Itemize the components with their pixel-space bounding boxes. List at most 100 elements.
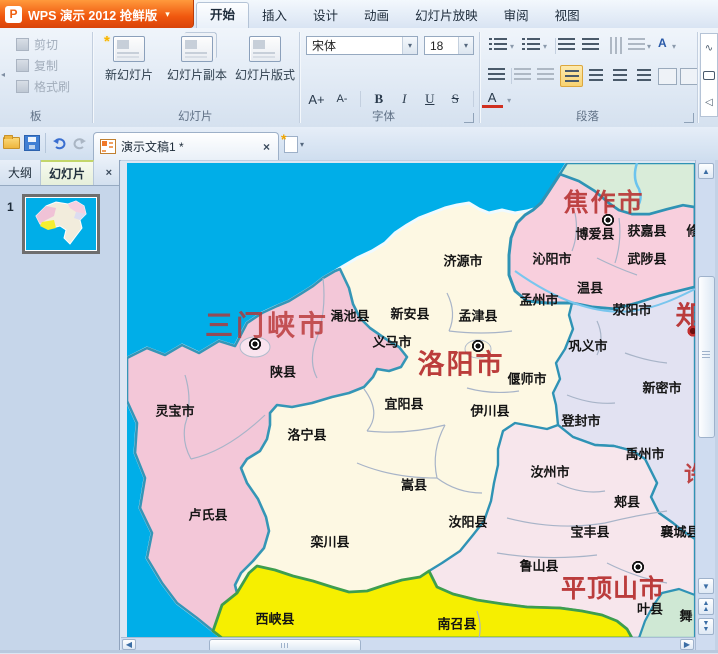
- shrink-font-button[interactable]: A-: [331, 92, 352, 106]
- align-right-button[interactable]: [609, 65, 630, 85]
- font-family-combo[interactable]: 宋体 ▾: [306, 36, 418, 55]
- shapes-gallery-strip[interactable]: ∿ ◁: [700, 33, 718, 117]
- slide-thumbnail[interactable]: [22, 194, 100, 254]
- map-city-label: 许昌市: [684, 457, 695, 489]
- map-city-label: 焦作市: [563, 183, 644, 219]
- group-separator: [92, 32, 94, 123]
- font-color-button[interactable]: A: [482, 91, 503, 108]
- vertical-text-icon[interactable]: [607, 37, 622, 54]
- right-arrow-icon: ▶: [684, 640, 690, 649]
- document-tab-title: 演示文稿1 *: [121, 138, 256, 155]
- italic-button[interactable]: I: [394, 90, 415, 108]
- wrap-text-icon[interactable]: [488, 68, 505, 83]
- app-menu-button[interactable]: P WPS 演示 2012 抢鲜版 ▾: [0, 0, 194, 28]
- ribbon-tab-1[interactable]: 插入: [249, 4, 300, 28]
- document-tab-close-icon[interactable]: ×: [261, 140, 272, 154]
- slide-layout-button[interactable]: 幻灯片版式: [232, 34, 298, 83]
- decrease-paragraph-spacing-icon[interactable]: [537, 68, 554, 83]
- scroll-down-button[interactable]: ▼: [698, 578, 714, 594]
- font-family-value: 宋体: [312, 37, 336, 54]
- font-color-dropdown-icon[interactable]: ▾: [507, 96, 511, 105]
- ribbon-tab-strip: 开始插入设计动画幻灯片放映审阅视图: [196, 0, 593, 28]
- slide-canvas-map[interactable]: 三门峡市洛阳市焦作市平顶山市郑州市许昌市渑池县新安县义马市陕县灵宝市卢氏县洛宁县…: [127, 163, 695, 638]
- panel-tab-outline[interactable]: 大纲: [0, 160, 41, 185]
- previous-slide-button[interactable]: ▲▲: [698, 598, 714, 615]
- scroll-up-button[interactable]: ▲: [698, 163, 714, 179]
- map-county-label: 巩义市: [568, 336, 607, 355]
- ribbon-tab-6[interactable]: 视图: [542, 4, 593, 28]
- increase-paragraph-spacing-icon[interactable]: [514, 68, 531, 83]
- map-county-label: 郏县: [614, 492, 640, 511]
- new-document-dropdown-icon[interactable]: ▾: [300, 140, 304, 149]
- map-city-label: 三门峡市: [205, 304, 329, 344]
- ribbon-tab-2[interactable]: 设计: [300, 4, 351, 28]
- paragraph-dialog-launcher-icon[interactable]: [684, 113, 694, 123]
- thumb-grip: [281, 643, 282, 648]
- increase-indent-icon[interactable]: [582, 38, 599, 53]
- clipboard-item-0[interactable]: 剪切: [16, 36, 58, 53]
- strikethrough-button[interactable]: S: [445, 90, 466, 108]
- character-spacing-dropdown-icon[interactable]: ▾: [672, 42, 676, 51]
- ribbon-tab-5[interactable]: 审阅: [491, 4, 542, 28]
- align-left-button[interactable]: [560, 65, 583, 87]
- document-tab[interactable]: 演示文稿1 * ×: [93, 132, 279, 160]
- save-button[interactable]: [23, 134, 41, 152]
- bold-button[interactable]: B: [368, 90, 389, 108]
- justify-icon: [637, 69, 651, 82]
- text-direction-dropdown-icon[interactable]: ▾: [647, 42, 651, 51]
- ribbon-tab-4[interactable]: 幻灯片放映: [402, 4, 491, 28]
- clipboard-item-icon: [16, 38, 29, 51]
- presentation-doc-icon: [100, 139, 116, 154]
- map-county-label: 宝丰县: [570, 522, 609, 541]
- clipboard-item-1[interactable]: 复制: [16, 57, 58, 74]
- group-separator: [697, 32, 699, 123]
- font-family-dropdown-icon[interactable]: ▾: [402, 37, 417, 54]
- character-spacing-icon[interactable]: A: [658, 36, 667, 50]
- panel-tab-slides[interactable]: 幻灯片: [41, 160, 94, 185]
- map-county-label: 灵宝市: [155, 401, 194, 420]
- justify-button[interactable]: [633, 65, 654, 85]
- ribbon-tab-3[interactable]: 动画: [351, 4, 402, 28]
- bullets-dropdown-icon[interactable]: ▾: [510, 42, 514, 51]
- separator: [555, 38, 556, 54]
- separator: [360, 91, 361, 107]
- next-slide-button[interactable]: ▼▼: [698, 618, 714, 635]
- bullets-icon[interactable]: [494, 38, 507, 53]
- ribbon-tab-0[interactable]: 开始: [196, 2, 249, 28]
- redo-button[interactable]: [70, 134, 88, 152]
- align-center-button[interactable]: [585, 65, 606, 85]
- new-document-button[interactable]: ▾: [284, 135, 314, 154]
- font-size-dropdown-icon[interactable]: ▾: [458, 37, 473, 54]
- undo-button[interactable]: [50, 134, 68, 152]
- panel-tab-strip: 大纲幻灯片×: [0, 160, 119, 186]
- panel-close-icon[interactable]: ×: [99, 160, 119, 185]
- map-county-label: 汝阳县: [448, 512, 487, 531]
- decrease-indent-icon[interactable]: [558, 38, 575, 53]
- numbering-icon[interactable]: [527, 38, 540, 53]
- font-size-combo[interactable]: 18 ▾: [424, 36, 474, 55]
- map-county-label: 南召县: [437, 614, 476, 633]
- scroll-right-button[interactable]: ▶: [680, 639, 694, 650]
- open-file-button[interactable]: [2, 134, 20, 152]
- arrow-shape-icon[interactable]: ◁: [705, 97, 713, 108]
- align-center-icon: [589, 69, 603, 82]
- columns-icon[interactable]: [658, 68, 677, 85]
- new-slide-button[interactable]: *新幻灯片: [96, 34, 162, 83]
- thumb-grip: [702, 351, 710, 352]
- grow-font-button[interactable]: A+: [306, 91, 327, 108]
- freeform-shape-icon[interactable]: ∿: [705, 43, 713, 54]
- collapse-ribbon-icon[interactable]: ◂: [1, 70, 5, 79]
- numbering-dropdown-icon[interactable]: ▾: [543, 42, 547, 51]
- rounded-rectangle-shape-icon[interactable]: [703, 71, 715, 80]
- horizontal-scrollbar[interactable]: ◀ ▶: [121, 637, 695, 651]
- font-dialog-launcher-icon[interactable]: [464, 113, 474, 123]
- map-county-label: 登封市: [561, 411, 600, 430]
- scroll-left-button[interactable]: ◀: [122, 639, 136, 650]
- vertical-scrollbar[interactable]: ▲ ▼ ▲▲ ▼▼: [695, 160, 715, 653]
- slide-button-label: 幻灯片版式: [232, 66, 298, 83]
- vertical-scroll-thumb[interactable]: [698, 276, 715, 438]
- clipboard-item-2[interactable]: 格式刷: [16, 78, 70, 95]
- duplicate-slide-button[interactable]: 幻灯片副本: [164, 34, 230, 83]
- underline-button[interactable]: U: [419, 90, 440, 108]
- text-direction-icon[interactable]: [628, 38, 645, 53]
